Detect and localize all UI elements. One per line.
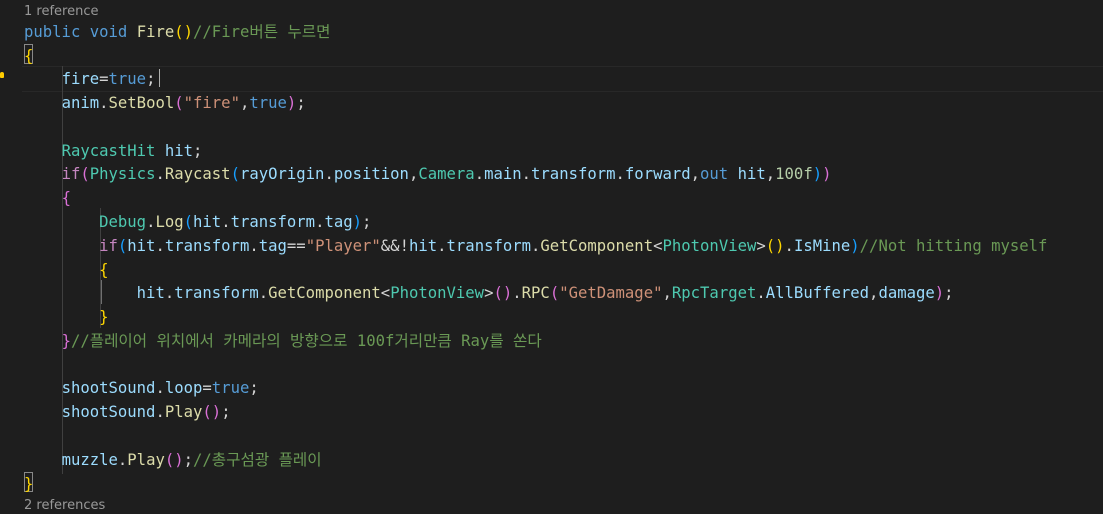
- code-line-13: }: [99, 308, 109, 326]
- code-line-9: Debug.Log(hit.transform.tag);: [99, 213, 372, 231]
- code-line-8: {: [61, 189, 71, 207]
- code-line-2: {: [24, 47, 34, 65]
- code-line-3: fire=true;: [61, 70, 156, 88]
- code-line-7: if(Physics.Raycast(rayOrigin.position,Ca…: [61, 165, 832, 183]
- code-line-10: if(hit.transform.tag=="Player"&&!hit.tra…: [99, 237, 1048, 255]
- code-line-17: shootSound.Play();: [61, 403, 231, 421]
- code-line-12: hit.transform.GetComponent<PhotonView>()…: [136, 284, 954, 302]
- text-cursor: [159, 69, 160, 87]
- code-line-14: }//플레이어 위치에서 카메라의 방향으로 100f거리만큼 Ray를 쏜다: [61, 332, 542, 350]
- code-line-1: public void Fire()//Fire버튼 누르면: [24, 23, 331, 41]
- code-line-20: }: [24, 475, 34, 493]
- codelens-references[interactable]: 1 reference: [24, 4, 98, 20]
- code-line-4: anim.SetBool("fire",true);: [61, 94, 306, 112]
- code-line-19: muzzle.Play();//총구섬광 플레이: [61, 451, 322, 469]
- code-editor[interactable]: 1 reference public void Fire()//Fire버튼 누…: [0, 0, 1103, 513]
- current-line-highlight: [22, 66, 1103, 92]
- code-line-6: RaycastHit hit;: [61, 142, 203, 160]
- code-line-16: shootSound.loop=true;: [61, 379, 259, 397]
- codelens-references[interactable]: 2 references: [24, 498, 105, 514]
- lightbulb-icon[interactable]: [0, 72, 4, 78]
- code-line-11: {: [99, 261, 109, 279]
